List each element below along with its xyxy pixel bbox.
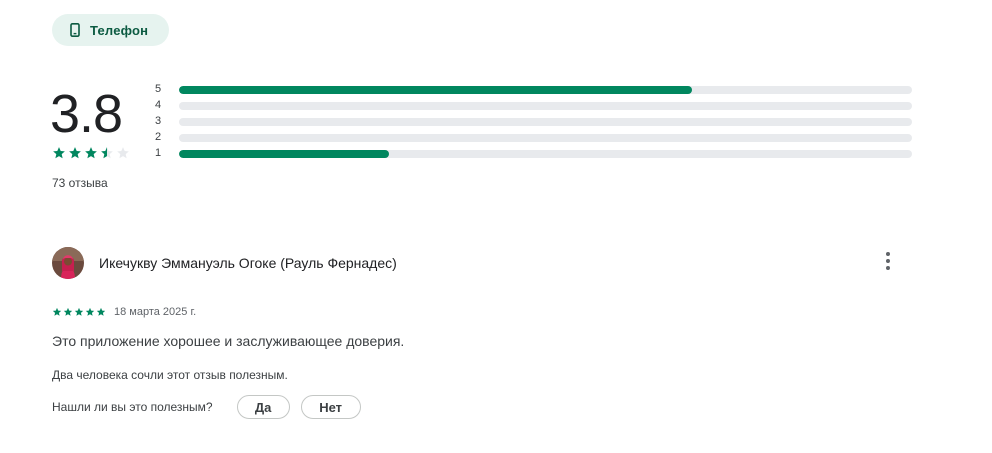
histogram-bar (179, 86, 693, 94)
histogram-row: 3 (155, 114, 915, 130)
star-icon (63, 307, 73, 317)
star-icon (52, 307, 62, 317)
star-icon (68, 146, 82, 160)
histogram-label: 1 (155, 147, 162, 159)
average-rating: 3.8 (50, 84, 123, 144)
star-icon (116, 146, 130, 160)
histogram-row: 4 (155, 98, 915, 114)
review-count: 73 отзыва (52, 176, 108, 190)
histogram-row: 2 (155, 130, 915, 146)
histogram-bar (179, 150, 389, 158)
helpful-yes-button[interactable]: Да (236, 395, 290, 419)
star-icon (85, 307, 95, 317)
histogram-label: 4 (155, 99, 162, 111)
helpful-count: Два человека сочли этот отзыв полезным. (52, 368, 288, 382)
chip-label: Телефон (90, 22, 149, 38)
helpful-question: Нашли ли вы это полезным? (52, 400, 213, 414)
phone-filter-chip[interactable]: Телефон (52, 14, 170, 46)
more-options-button[interactable] (876, 251, 900, 275)
histogram-label: 3 (155, 115, 162, 127)
histogram-track (179, 118, 912, 126)
histogram-track (179, 134, 912, 142)
star-icon (100, 146, 114, 160)
reviewer-name: Икечукву Эммануэль Огоке (Рауль Фернадес… (99, 255, 397, 271)
star-icon (74, 307, 84, 317)
histogram-row: 5 (155, 82, 915, 98)
phone-icon (70, 23, 80, 37)
helpful-no-button[interactable]: Нет (300, 395, 361, 419)
star-icon (96, 307, 106, 317)
histogram-row: 1 (155, 146, 915, 162)
histogram-label: 5 (155, 83, 162, 95)
review-stars (52, 307, 106, 317)
histogram-label: 2 (155, 131, 162, 143)
review-meta: 18 марта 2025 г. (52, 306, 196, 318)
helpful-feedback: Нашли ли вы это полезным? Да Нет (52, 395, 361, 419)
user-avatar (52, 247, 84, 279)
histogram-track (179, 150, 912, 158)
star-icon (52, 146, 66, 160)
review-date: 18 марта 2025 г. (114, 306, 197, 318)
review-text: Это приложение хорошее и заслуживающее д… (52, 333, 405, 349)
average-rating-stars (52, 146, 130, 160)
star-icon (84, 146, 98, 160)
more-vert-icon (886, 251, 890, 275)
histogram-track (179, 102, 912, 110)
review-header: Икечукву Эммануэль Огоке (Рауль Фернадес… (52, 247, 397, 279)
rating-histogram: 5 4 3 2 1 (155, 82, 915, 162)
histogram-track (179, 86, 912, 94)
